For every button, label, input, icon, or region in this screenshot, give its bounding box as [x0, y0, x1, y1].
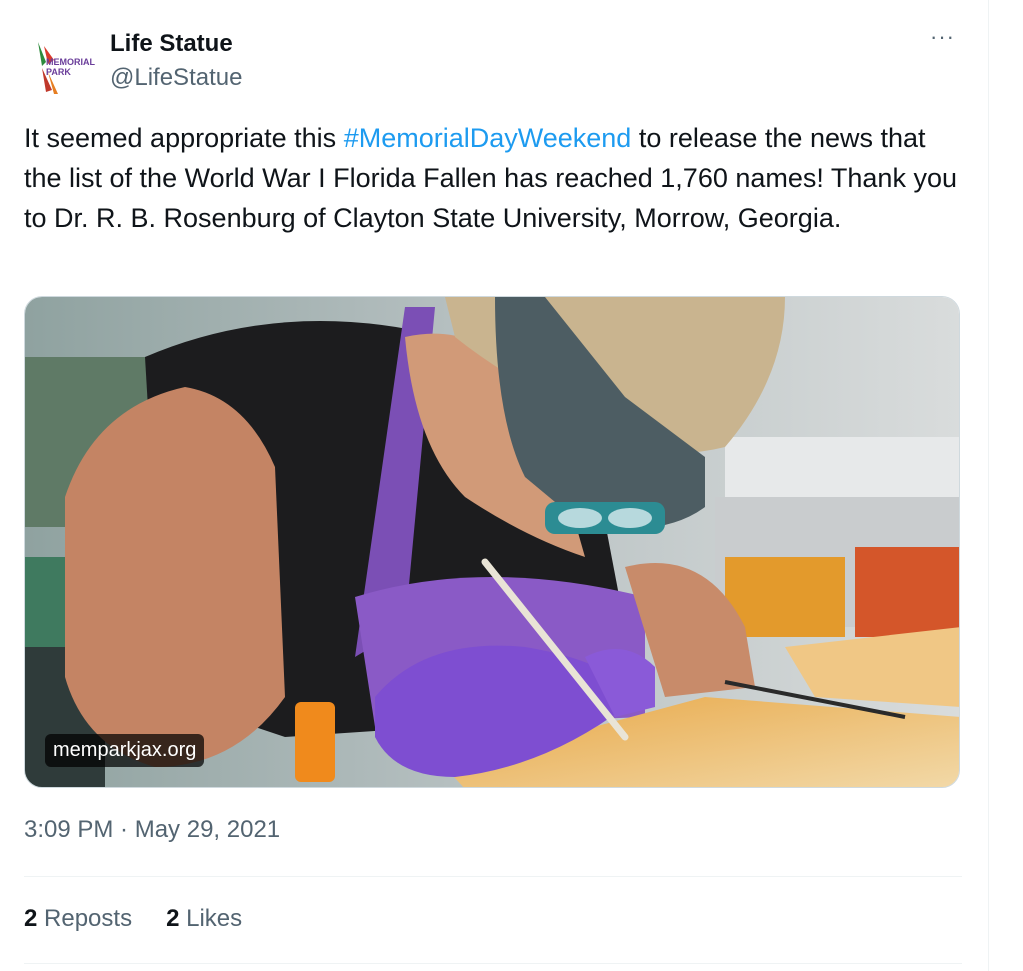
more-options-icon[interactable]: ···	[930, 24, 955, 50]
author-handle[interactable]: @LifeStatue	[110, 64, 242, 92]
photo-conservator-working	[25, 297, 959, 787]
svg-text:PARK: PARK	[46, 67, 71, 77]
svg-text:MEMORIAL: MEMORIAL	[46, 57, 95, 67]
reposts-count: 2	[24, 905, 38, 932]
likes-stat[interactable]: 2 Likes	[166, 905, 242, 933]
tweet-media-photo[interactable]: memparkjax.org	[24, 296, 960, 788]
likes-count: 2	[166, 905, 180, 932]
tweet-text-before: It seemed appropriate this	[24, 123, 344, 153]
avatar[interactable]: MEMORIAL PARK	[24, 32, 96, 104]
engagement-stats: 2 Reposts 2 Likes	[24, 905, 242, 933]
column-border	[988, 0, 989, 971]
tweet-text: It seemed appropriate this #MemorialDayW…	[24, 118, 964, 238]
tweet-timestamp[interactable]: 3:09 PM · May 29, 2021	[24, 816, 280, 844]
divider	[24, 963, 962, 964]
reposts-stat[interactable]: 2 Reposts	[24, 905, 132, 933]
likes-label: Likes	[186, 905, 243, 932]
media-source-badge: memparkjax.org	[45, 734, 205, 767]
hashtag-link[interactable]: #MemorialDayWeekend	[344, 123, 632, 153]
divider	[24, 876, 962, 877]
reposts-label: Reposts	[44, 905, 133, 932]
author-name[interactable]: Life Statue	[110, 30, 233, 58]
memorial-park-logo-icon: MEMORIAL PARK	[24, 32, 96, 104]
